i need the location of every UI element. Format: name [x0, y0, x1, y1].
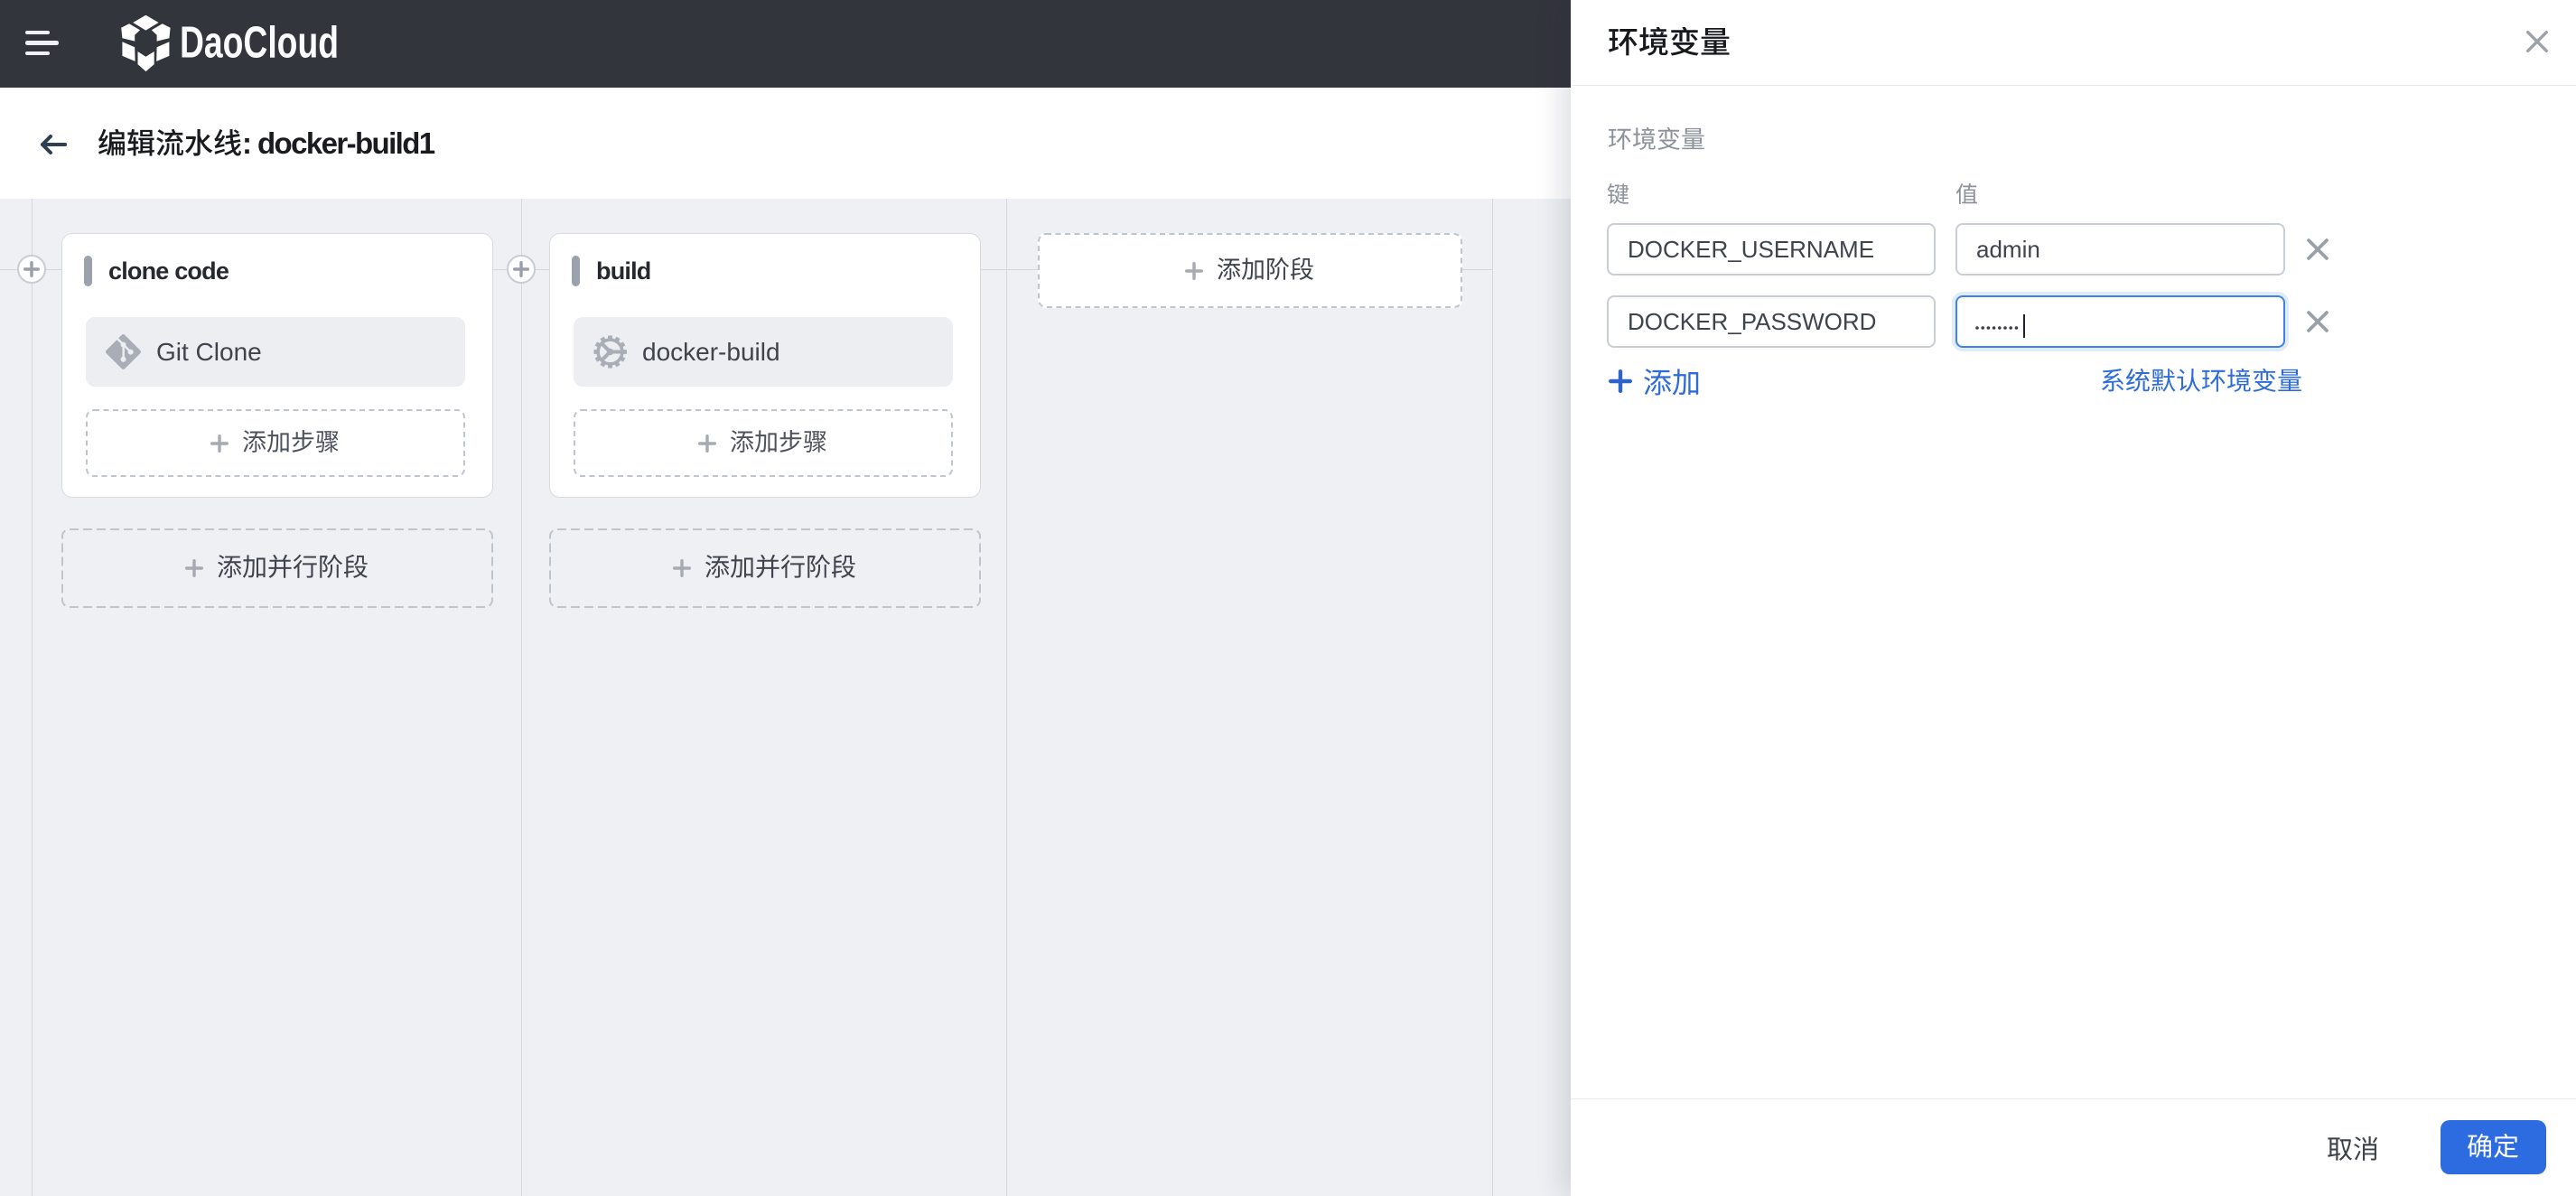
svg-text:DaoCloud: DaoCloud [180, 19, 339, 68]
